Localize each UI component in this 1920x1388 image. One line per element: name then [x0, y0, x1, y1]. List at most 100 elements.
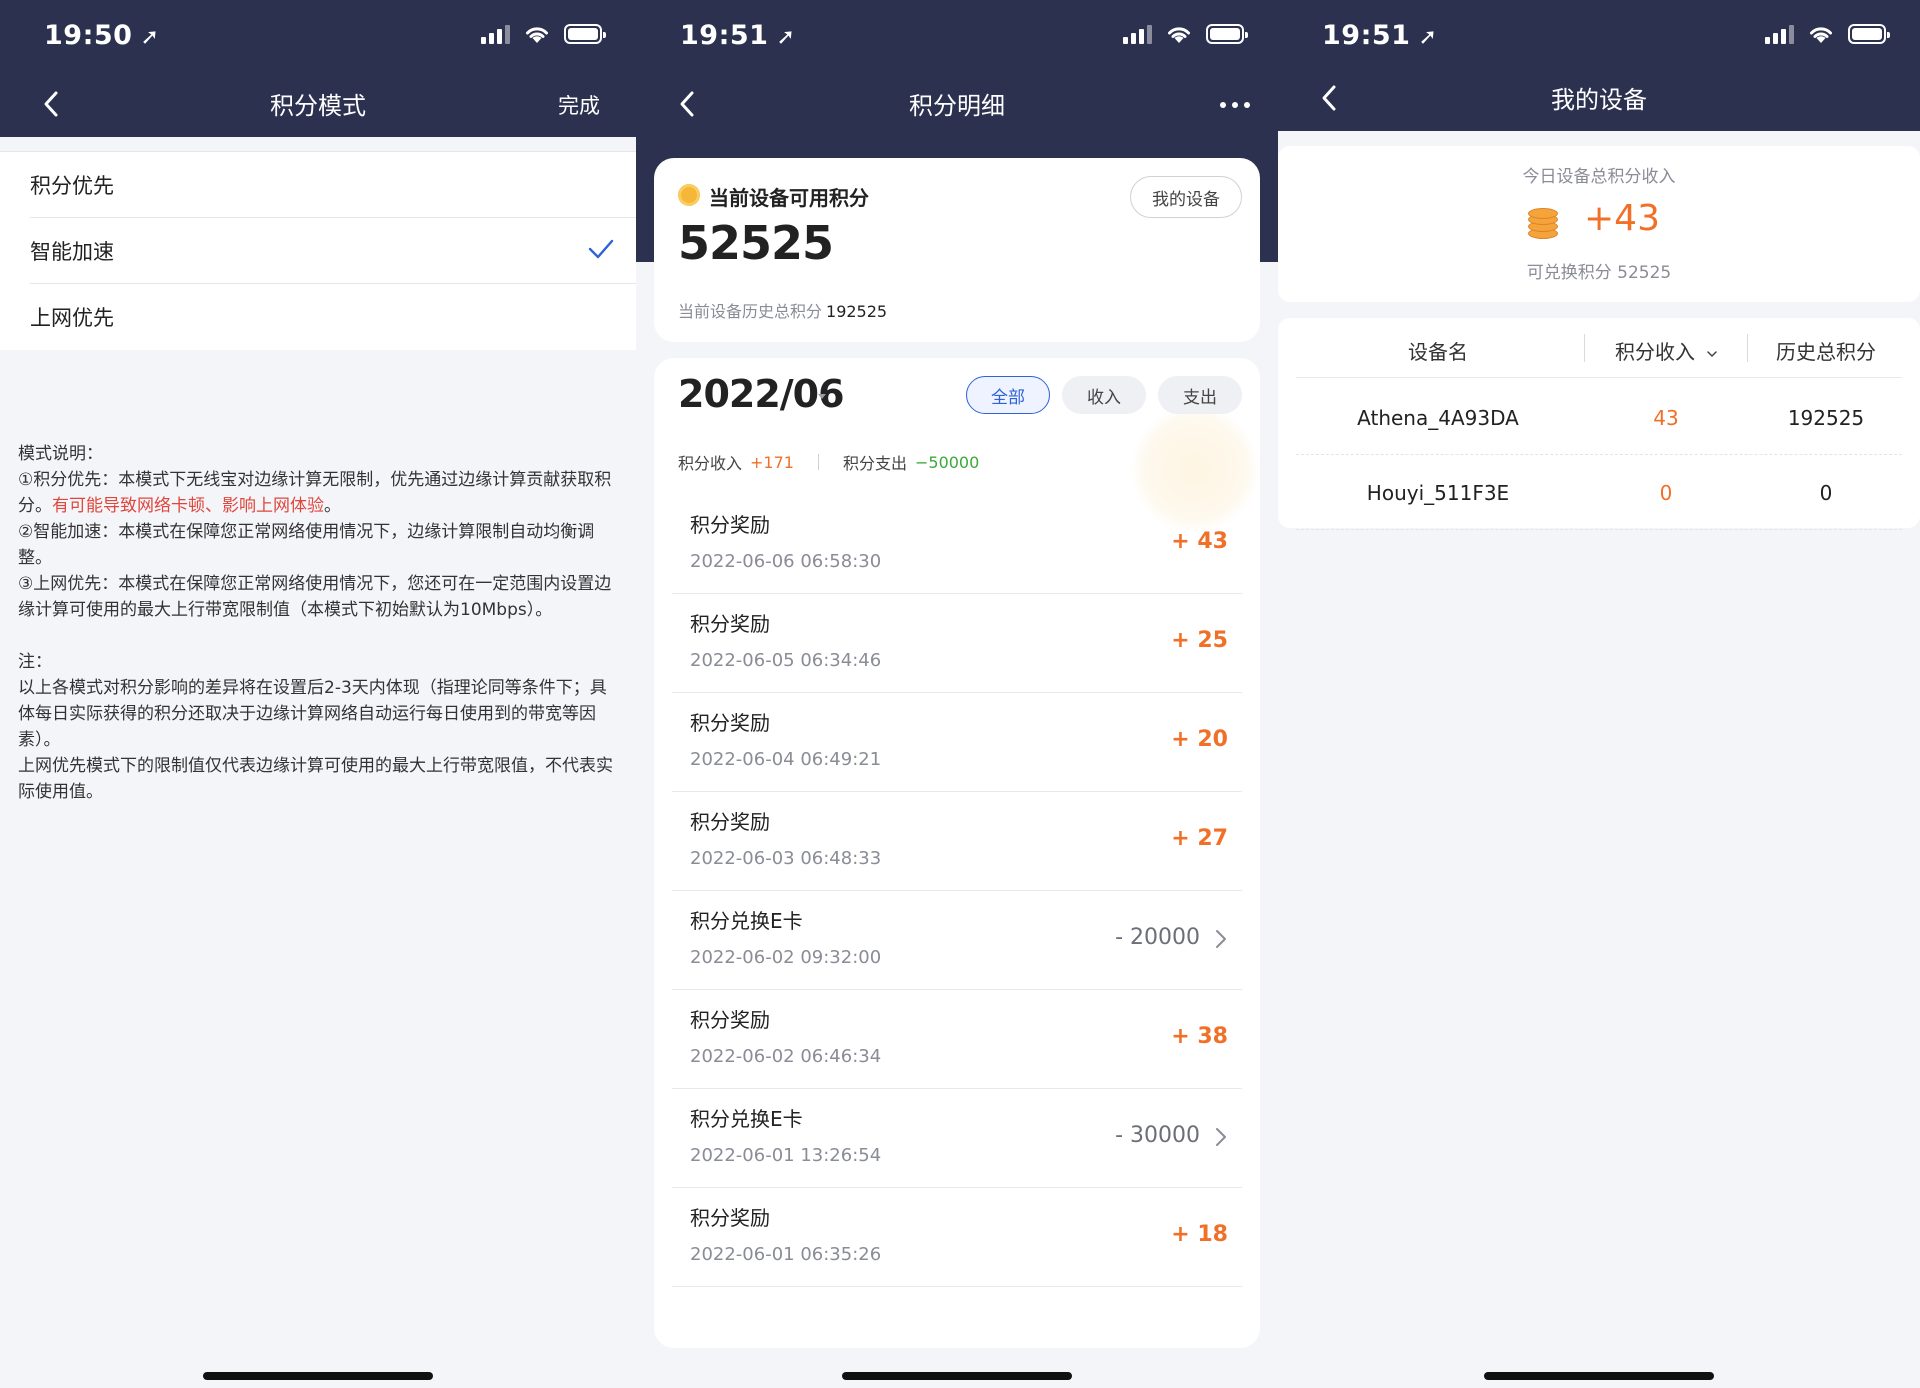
transaction-row: 积分奖励 2022-06-05 06:34:46 + 25	[672, 594, 1242, 693]
nav-bar: 积分模式 完成	[0, 72, 636, 136]
sort-chevron-down-icon	[1707, 350, 1717, 357]
transaction-title: 积分奖励	[690, 513, 770, 537]
transaction-date: 2022-06-01 06:35:26	[690, 1244, 882, 1265]
transaction-row: 积分奖励 2022-06-03 06:48:33 + 27	[672, 792, 1242, 891]
income-label: 积分收入	[678, 454, 743, 473]
transaction-date: 2022-06-05 06:34:46	[690, 650, 882, 671]
transaction-list: 积分奖励 2022-06-06 06:58:30 + 43 积分奖励 2022-…	[672, 495, 1242, 1287]
device-history: 192525	[1787, 406, 1865, 430]
mode-label: 积分优先	[30, 173, 114, 198]
mode-list: 积分优先 智能加速 上网优先	[0, 151, 636, 350]
caret-down-icon[interactable]	[818, 394, 826, 399]
desc-internet-first: ③上网优先：本模式在保障您正常网络使用情况下，您还可在一定范围内设置边缘计算可使…	[18, 574, 612, 620]
filter-income[interactable]: 收入	[1062, 376, 1146, 414]
page-title: 积分模式	[270, 92, 366, 120]
transaction-amount: - 30000	[1115, 1123, 1200, 1148]
transaction-amount: + 27	[1171, 826, 1228, 851]
location-arrow-icon: ➚	[776, 25, 796, 50]
device-name: Houyi_511F3E	[1366, 481, 1510, 505]
chevron-right-icon	[1216, 1128, 1226, 1146]
page-title: 积分明细	[909, 92, 1005, 120]
chevron-right-icon	[1216, 930, 1226, 948]
device-name: Athena_4A93DA	[1357, 406, 1519, 430]
transaction-amount: + 20	[1171, 727, 1228, 752]
col-history: 历史总积分	[1776, 340, 1876, 364]
home-indicator[interactable]	[203, 1372, 433, 1380]
status-bar: 19:51 ➚	[636, 0, 1278, 72]
col-income-sort[interactable]: 积分收入	[1588, 336, 1744, 365]
note-1: 以上各模式对积分影响的差异将在设置后2-3天内体现（指理论同等条件下；具体每日实…	[18, 678, 607, 750]
mode-option-points-first[interactable]: 积分优先	[30, 152, 636, 218]
transactions-card: 2022/06 全部 收入 支出 积分收入 +171 积分支出 −50000 积…	[654, 358, 1260, 1348]
more-menu-icon[interactable]	[1220, 102, 1250, 108]
transaction-row: 积分奖励 2022-06-06 06:58:30 + 43	[672, 495, 1242, 594]
history-points-value: 192525	[826, 302, 888, 321]
device-history: 0	[1819, 481, 1833, 505]
filter-tabs: 全部 收入 支出	[966, 376, 1242, 414]
device-table: 设备名 积分收入 历史总积分 Athena_4A93DA 43 192525 H…	[1278, 318, 1920, 530]
transaction-date: 2022-06-01 13:26:54	[690, 1145, 882, 1166]
table-row[interactable]: Houyi_511F3E 0 0	[1296, 455, 1902, 530]
status-bar: 19:51 ➚	[1278, 0, 1920, 72]
home-indicator[interactable]	[1484, 1372, 1714, 1380]
mode-description: 模式说明： ①积分优先：本模式下无线宝对边缘计算无限制，优先通过边缘计算贡献获取…	[18, 441, 618, 805]
page-title: 我的设备	[1551, 86, 1647, 114]
nav-bar: 积分明细	[636, 72, 1278, 136]
transaction-row: 积分奖励 2022-06-02 06:46:34 + 38	[672, 990, 1242, 1089]
wifi-icon	[526, 27, 548, 43]
battery-icon	[1206, 24, 1248, 44]
transaction-amount: + 18	[1171, 1222, 1228, 1247]
home-indicator[interactable]	[842, 1372, 1072, 1380]
note-title: 注：	[18, 652, 52, 672]
battery-icon	[1848, 24, 1890, 44]
month-summary: 积分收入 +171 积分支出 −50000	[678, 450, 979, 474]
transaction-title: 积分奖励	[690, 612, 770, 636]
available-points-card: 当前设备可用积分 52525 我的设备 当前设备历史总积分 192525	[654, 158, 1260, 342]
coin-icon	[678, 184, 700, 206]
income-value: +171	[750, 452, 794, 472]
mode-option-internet-first[interactable]: 上网优先	[30, 284, 636, 350]
transaction-date: 2022-06-06 06:58:30	[690, 551, 882, 572]
transaction-date: 2022-06-02 09:32:00	[690, 947, 882, 968]
transaction-row: 积分奖励 2022-06-01 06:35:26 + 18	[672, 1188, 1242, 1287]
available-points-label: 当前设备可用积分	[709, 186, 869, 210]
desc-smart-accel: ②智能加速：本模式在保障您正常网络使用情况下，边缘计算限制自动均衡调整。	[18, 522, 595, 568]
transaction-date: 2022-06-02 06:46:34	[690, 1046, 882, 1067]
table-row[interactable]: Athena_4A93DA 43 192525	[1296, 380, 1902, 455]
points-mode-screen: 19:50 ➚ 积分模式 完成 积分优先 智能加速 上网优先 模式说明： ①积分优…	[0, 0, 636, 1388]
transaction-title: 积分兑换E卡	[690, 1107, 803, 1131]
cellular-signal-icon	[481, 24, 510, 44]
checkmark-icon	[588, 239, 614, 259]
device-income: 0	[1659, 481, 1673, 505]
transaction-amount: + 43	[1171, 529, 1228, 554]
nav-bar: 我的设备	[1278, 66, 1920, 130]
my-device-button[interactable]: 我的设备	[1130, 176, 1242, 218]
wifi-icon	[1168, 27, 1190, 43]
status-time: 19:51	[680, 20, 769, 51]
expense-value: −50000	[914, 452, 980, 472]
cellular-signal-icon	[1123, 24, 1152, 44]
mode-label: 上网优先	[30, 306, 114, 330]
transaction-amount: - 20000	[1115, 925, 1200, 950]
transaction-row: 积分奖励 2022-06-04 06:49:21 + 20	[672, 693, 1242, 792]
transaction-title: 积分兑换E卡	[690, 909, 803, 933]
filter-all[interactable]: 全部	[966, 376, 1050, 414]
transaction-title: 积分奖励	[690, 810, 770, 834]
location-arrow-icon: ➚	[140, 25, 160, 50]
note-2: 上网优先模式下的限制值仅代表边缘计算可使用的最大上行带宽限值，不代表实际使用值。	[18, 756, 613, 802]
desc-warning: 有可能导致网络卡顿、影响上网体验	[52, 496, 324, 516]
points-detail-screen: 19:51 ➚ 积分明细 当前设备可用积分 52525 我的设备 当前设备历史总积…	[636, 0, 1278, 1388]
location-arrow-icon: ➚	[1418, 25, 1438, 50]
transaction-row-redeem[interactable]: 积分兑换E卡 2022-06-01 13:26:54 - 30000	[672, 1089, 1242, 1188]
coin-stack-icon	[1528, 208, 1558, 240]
done-button[interactable]: 完成	[558, 90, 600, 120]
filter-expense[interactable]: 支出	[1158, 376, 1242, 414]
mode-option-smart-accel[interactable]: 智能加速	[30, 218, 636, 284]
transaction-title: 积分奖励	[690, 1008, 770, 1032]
transaction-row-redeem[interactable]: 积分兑换E卡 2022-06-02 09:32:00 - 20000	[672, 891, 1242, 990]
today-income-label: 今日设备总积分收入	[1522, 167, 1676, 187]
today-income-value: +43	[1584, 198, 1660, 239]
wifi-icon	[1810, 27, 1832, 43]
transaction-date: 2022-06-03 06:48:33	[690, 848, 882, 869]
status-bar: 19:50 ➚	[0, 0, 636, 72]
